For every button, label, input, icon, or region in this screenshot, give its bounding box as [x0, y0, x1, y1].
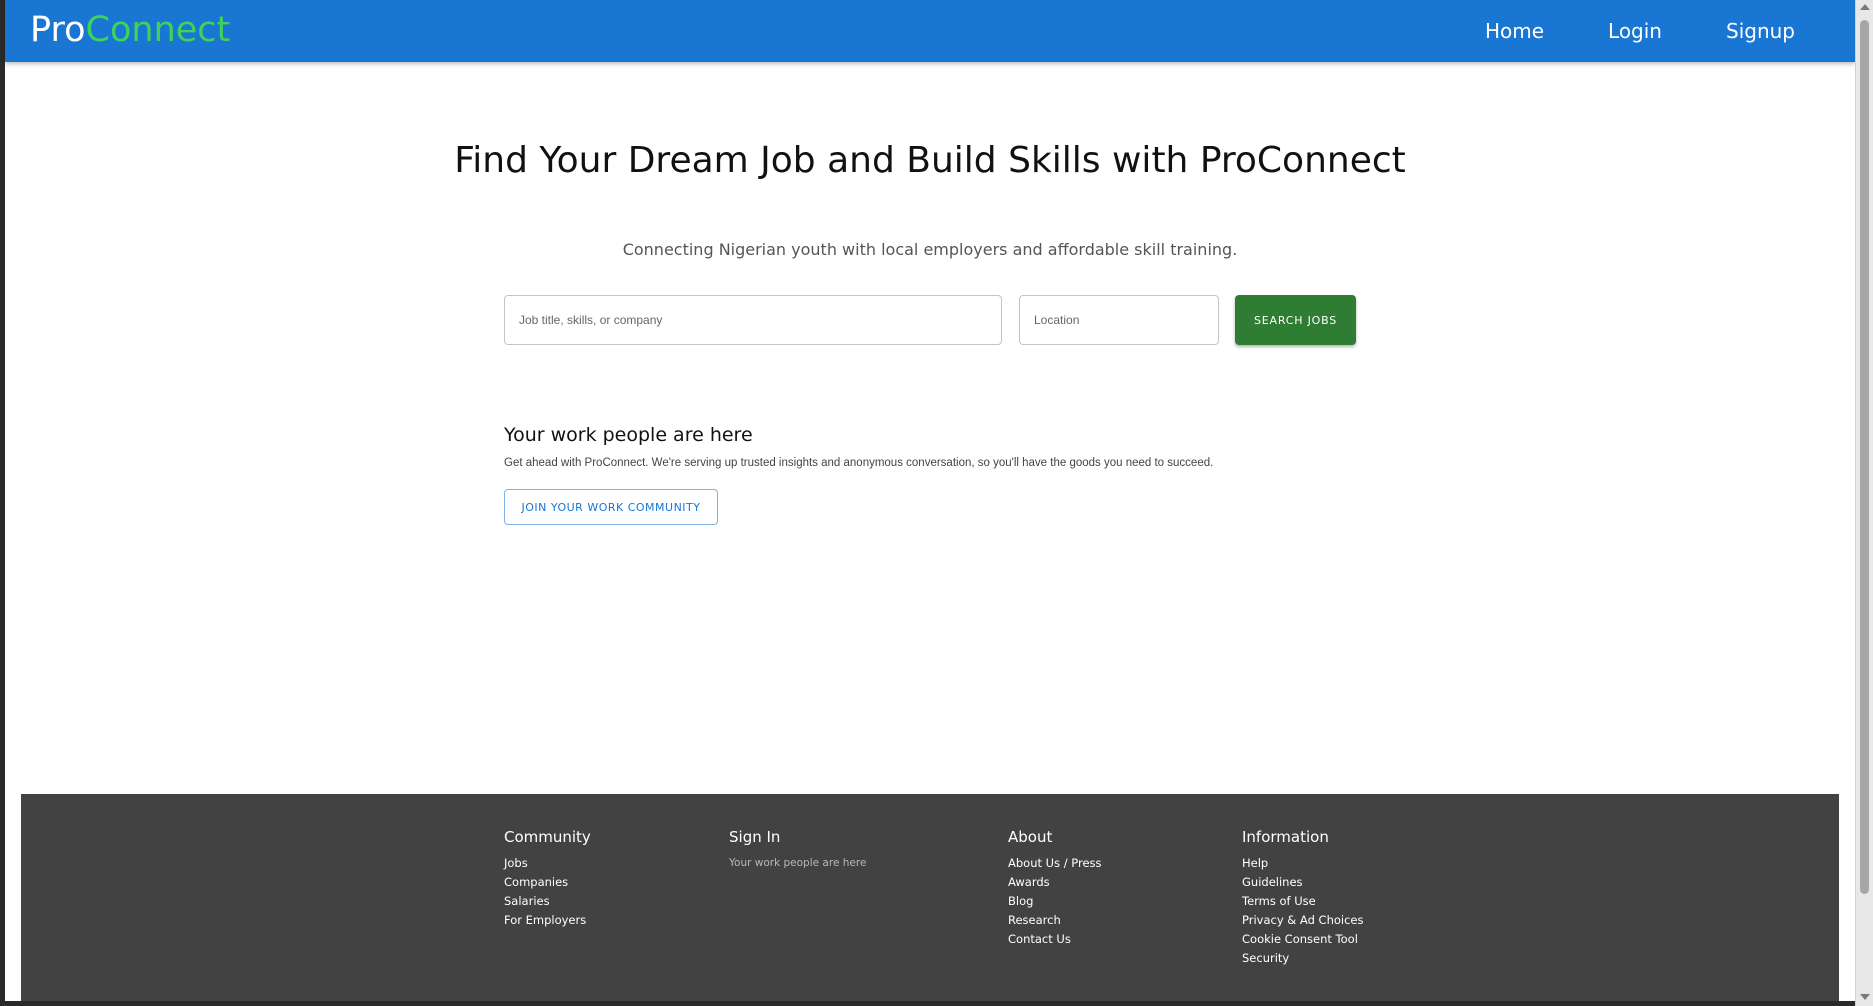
- scroll-down-arrow-icon[interactable]: [1860, 994, 1870, 1000]
- footer-heading-information: Information: [1242, 828, 1329, 846]
- footer-link-cookie-consent[interactable]: Cookie Consent Tool: [1242, 930, 1363, 949]
- search-jobs-button[interactable]: SEARCH JOBS: [1235, 295, 1356, 345]
- footer-signin-column: Sign In Your work people are here: [729, 828, 866, 873]
- footer-link-companies[interactable]: Companies: [504, 873, 591, 892]
- footer-link-salaries[interactable]: Salaries: [504, 892, 591, 911]
- footer-link-contact[interactable]: Contact Us: [1008, 930, 1102, 949]
- footer-link-blog[interactable]: Blog: [1008, 892, 1102, 911]
- job-search-input[interactable]: [504, 295, 1002, 345]
- footer-link-for-employers[interactable]: For Employers: [504, 911, 591, 930]
- footer-heading-signin[interactable]: Sign In: [729, 828, 866, 846]
- nav-login-link[interactable]: Login: [1608, 19, 1662, 43]
- join-community-button[interactable]: JOIN YOUR WORK COMMUNITY: [504, 489, 718, 525]
- footer-information-column: Information Help Guidelines Terms of Use…: [1242, 828, 1363, 968]
- hero-subtitle: Connecting Nigerian youth with local emp…: [622, 240, 1238, 259]
- footer-about-column: About About Us / Press Awards Blog Resea…: [1008, 828, 1102, 949]
- top-navbar: ProConnect Home Login Signup: [5, 0, 1855, 62]
- location-input[interactable]: [1019, 295, 1219, 345]
- logo-text-connect: Connect: [85, 10, 231, 50]
- hero-title: Find Your Dream Job and Build Skills wit…: [454, 140, 1406, 181]
- work-people-title: Your work people are here: [504, 424, 753, 446]
- footer-heading-about: About: [1008, 828, 1053, 846]
- footer-link-help[interactable]: Help: [1242, 854, 1363, 873]
- footer-link-research[interactable]: Research: [1008, 911, 1102, 930]
- nav-signup-link[interactable]: Signup: [1726, 19, 1795, 43]
- window-frame-left: [0, 0, 5, 1006]
- page-footer: Community Jobs Companies Salaries For Em…: [21, 794, 1839, 1001]
- page-scrollbar[interactable]: [1855, 0, 1873, 1006]
- footer-link-privacy[interactable]: Privacy & Ad Choices: [1242, 911, 1363, 930]
- brand-logo[interactable]: ProConnect: [30, 10, 230, 50]
- footer-link-security[interactable]: Security: [1242, 949, 1363, 968]
- scroll-up-arrow-icon[interactable]: [1860, 4, 1870, 10]
- scrollbar-thumb[interactable]: [1860, 20, 1869, 894]
- footer-signin-text: Your work people are here: [729, 857, 867, 869]
- work-people-text: Get ahead with ProConnect. We're serving…: [504, 457, 1214, 469]
- nav-home-link[interactable]: Home: [1485, 19, 1544, 43]
- footer-link-about-press[interactable]: About Us / Press: [1008, 854, 1102, 873]
- footer-heading-community: Community: [504, 828, 591, 846]
- logo-text-pro: Pro: [30, 10, 86, 50]
- footer-link-awards[interactable]: Awards: [1008, 873, 1102, 892]
- nav-links: Home Login Signup: [1421, 0, 1795, 62]
- footer-community-column: Community Jobs Companies Salaries For Em…: [504, 828, 591, 930]
- footer-link-terms[interactable]: Terms of Use: [1242, 892, 1363, 911]
- window-frame-bottom: [0, 1001, 1873, 1006]
- footer-link-guidelines[interactable]: Guidelines: [1242, 873, 1363, 892]
- footer-link-jobs[interactable]: Jobs: [504, 854, 591, 873]
